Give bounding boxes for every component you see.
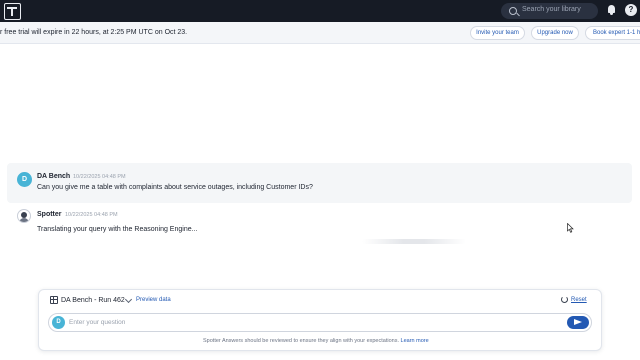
- reset-icon[interactable]: [561, 296, 568, 303]
- search-placeholder: Search your library: [522, 6, 581, 13]
- book-expert-button[interactable]: Book expert 1-1 help: [585, 26, 640, 40]
- chevron-down-icon[interactable]: [124, 295, 133, 304]
- disclaimer: Spotter Answers should be reviewed to en…: [203, 338, 429, 344]
- disclaimer-text: Spotter Answers should be reviewed to en…: [203, 338, 399, 344]
- thoughtspot-logo-icon[interactable]: [4, 3, 21, 20]
- loading-shimmer: [362, 239, 466, 244]
- table-icon: [50, 296, 58, 304]
- mouse-cursor-icon: [567, 223, 574, 233]
- invite-team-button[interactable]: Invite your team: [470, 26, 525, 40]
- user-message-text: Can you give me a table with complaints …: [37, 184, 313, 191]
- data-source-name[interactable]: DA Bench - Run 462: [61, 297, 125, 304]
- question-input[interactable]: [69, 317, 559, 328]
- reset-link[interactable]: Reset: [571, 297, 587, 303]
- spotter-author-name: Spotter: [37, 211, 62, 218]
- spotter-avatar: [17, 209, 31, 223]
- trial-expiry-text: r free trial will expire in 22 hours, at…: [0, 29, 188, 36]
- top-nav: Search your library ?: [0, 0, 640, 22]
- learn-more-link[interactable]: Learn more: [401, 338, 429, 344]
- user-message-timestamp: 10/22/2025 04:48 PM: [73, 174, 126, 180]
- search-icon: [509, 7, 517, 15]
- library-search[interactable]: Search your library: [501, 3, 598, 19]
- question-composer: DA Bench - Run 462 Preview data Reset D …: [38, 289, 602, 351]
- question-input-box[interactable]: D: [48, 313, 592, 332]
- user-author-name: DA Bench: [37, 173, 71, 180]
- user-message: D DA Bench 10/22/2025 04:48 PM Can you g…: [7, 163, 632, 203]
- send-icon: [574, 319, 582, 325]
- preview-data-link[interactable]: Preview data: [136, 297, 171, 303]
- bell-icon[interactable]: [607, 5, 616, 15]
- send-button[interactable]: [567, 316, 589, 329]
- trial-banner: r free trial will expire in 22 hours, at…: [0, 22, 640, 44]
- input-user-avatar: D: [52, 316, 65, 329]
- user-avatar: D: [17, 172, 32, 187]
- upgrade-now-button[interactable]: Upgrade now: [531, 26, 579, 40]
- spotter-status-text: Translating your query with the Reasonin…: [37, 226, 198, 233]
- help-icon[interactable]: ?: [625, 4, 637, 16]
- spotter-message-timestamp: 10/22/2025 04:48 PM: [65, 212, 118, 218]
